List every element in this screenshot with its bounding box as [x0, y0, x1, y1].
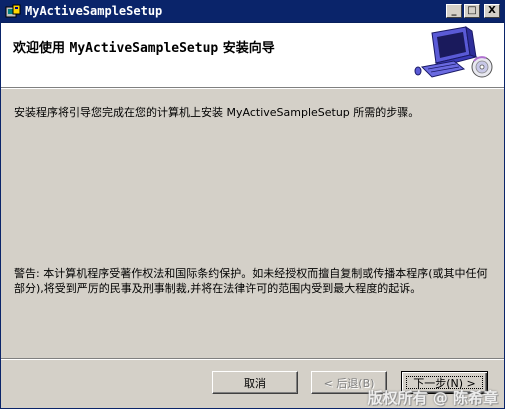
title-product: MyActiveSampleSetup — [69, 41, 219, 56]
computer-cd-icon — [414, 25, 494, 85]
banner-divider-highlight — [1, 88, 504, 89]
cancel-button[interactable]: 取消 — [212, 371, 298, 394]
title-suffix: 安装向导 — [218, 41, 275, 56]
watermark: 版权所有 @ 陈希章 — [367, 389, 498, 407]
setup-dialog-window: MyActiveSampleSetup _ □ X 欢迎使用 MyActiveS… — [0, 0, 505, 409]
button-area-divider-highlight — [1, 359, 504, 360]
copyright-warning-text: 警告: 本计算机程序受著作权法和国际条约保护。如未经授权而擅自复制或传播本程序(… — [14, 267, 488, 295]
header-banner: 欢迎使用 MyActiveSampleSetup 安装向导 — [1, 23, 504, 87]
setup-icon — [5, 4, 21, 20]
page-title: 欢迎使用 MyActiveSampleSetup 安装向导 — [13, 37, 275, 56]
intro-text: 安装程序将引导您完成在您的计算机上安装 MyActiveSampleSetup … — [14, 106, 420, 119]
close-button[interactable]: X — [484, 4, 500, 18]
title-bar[interactable]: MyActiveSampleSetup _ □ X — [1, 1, 504, 23]
title-prefix: 欢迎使用 — [13, 41, 70, 56]
window-title: MyActiveSampleSetup — [25, 4, 163, 18]
minimize-button[interactable]: _ — [446, 4, 462, 18]
maximize-button[interactable]: □ — [464, 4, 480, 18]
title-bar-buttons: _ □ X — [446, 4, 500, 18]
